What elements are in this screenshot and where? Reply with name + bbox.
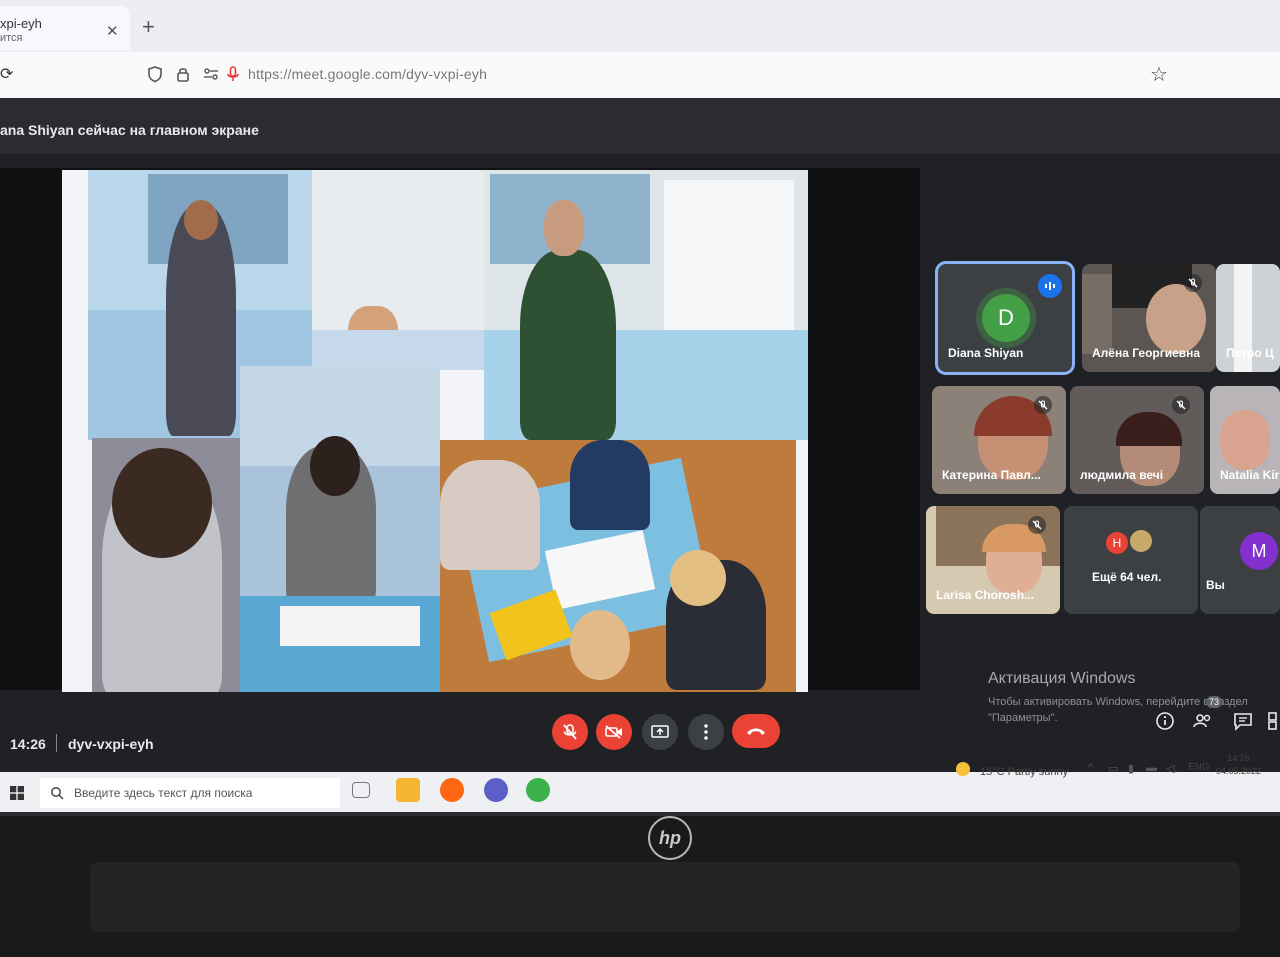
laptop-bezel: hp (0, 812, 1280, 957)
info-icon[interactable] (1154, 710, 1176, 732)
app-icon[interactable] (526, 778, 550, 802)
muted-mic-icon (1184, 274, 1202, 292)
avatar-letter: M (1251, 540, 1267, 561)
participant-tile-alena[interactable]: Алёна Георгиевна (1082, 264, 1216, 372)
participant-name: людмила вечі (1080, 468, 1164, 482)
task-view-icon[interactable] (352, 782, 370, 798)
windows-activation-title: Активация Windows (988, 670, 1136, 687)
meeting-time: 14:26 (10, 736, 46, 752)
muted-mic-icon (1034, 396, 1052, 414)
participant-tile-katerina[interactable]: Катерина Павл... (932, 386, 1066, 494)
microphone-toggle-button[interactable] (552, 714, 588, 750)
participant-tile-larisa[interactable]: Larisa Chorosh... (926, 506, 1060, 614)
participant-name: Катерина Павл... (942, 468, 1041, 482)
avatar: H (1106, 532, 1128, 554)
tray-chevron-icon[interactable]: ^ (1088, 762, 1093, 774)
classroom-photo-3 (484, 170, 808, 440)
participant-tile-lyudmila[interactable]: людмила вечі (1070, 386, 1204, 494)
muted-mic-icon (1028, 516, 1046, 534)
participant-tile-diana[interactable]: D Diana Shiyan (935, 261, 1075, 375)
present-screen-button[interactable] (642, 714, 678, 750)
avatar-letter: H (1112, 536, 1122, 550)
logo-text: hp (659, 827, 681, 848)
present-icon (651, 725, 669, 738)
participant-tile-self[interactable]: M Вы (1200, 506, 1280, 614)
search-placeholder: Введите здесь текст для поиска (74, 786, 253, 800)
tab-subtitle: ится (0, 32, 23, 44)
activities-icon[interactable] (1266, 710, 1280, 732)
speaking-indicator-icon (1038, 274, 1062, 298)
tab-title: xpi-eyh (0, 16, 42, 31)
search-icon (51, 787, 64, 800)
weather-text[interactable]: 15°C Partly sunny (980, 766, 1068, 778)
avatar: D (982, 294, 1030, 342)
muted-mic-icon (1172, 396, 1190, 414)
hp-logo: hp (648, 816, 692, 860)
windows-taskbar: Введите здесь текст для поиска 15°C Part… (0, 753, 1280, 812)
clock-date: 04.05.2022 (1216, 766, 1262, 776)
firefox-icon[interactable] (440, 778, 464, 802)
volume-icon[interactable]: ◁ (1166, 762, 1174, 775)
participant-count-badge: 73 (1206, 696, 1223, 708)
mic-off-icon (563, 724, 577, 740)
divider (56, 734, 57, 752)
taskbar-clock[interactable]: 14:26 04.05.2022 (1216, 752, 1261, 778)
battery-icon[interactable]: ▬ (1146, 762, 1157, 774)
microphone-active-icon[interactable] (224, 65, 242, 83)
hang-up-icon (747, 728, 765, 735)
microphone-icon[interactable]: ▮ (1128, 762, 1134, 775)
participant-name: Larisa Chorosh... (936, 588, 1035, 602)
meet-header: ana Shiyan сейчас на главном экране (0, 98, 1280, 154)
weather-icon[interactable] (956, 762, 970, 776)
avatar: M (1240, 532, 1278, 570)
participant-tile-natalia[interactable]: Natalia Kir (1210, 386, 1280, 494)
browser-tab-bar: xpi-eyh ится ✕ + (0, 0, 1280, 52)
file-explorer-icon[interactable] (396, 778, 420, 802)
shield-icon[interactable] (146, 65, 164, 83)
classroom-photo-5 (240, 366, 440, 692)
browser-tab[interactable]: xpi-eyh ится ✕ (0, 6, 130, 50)
camera-off-icon (605, 725, 622, 739)
new-tab-button[interactable]: + (142, 16, 155, 38)
people-icon[interactable] (1192, 710, 1214, 732)
leave-call-button[interactable] (732, 714, 780, 748)
presentation-slide (62, 170, 808, 692)
lock-icon[interactable] (174, 65, 192, 83)
address-bar[interactable]: https://meet.google.com/dyv-vxpi-eyh (248, 66, 487, 82)
classroom-photo-4 (92, 438, 252, 692)
more-options-button[interactable] (688, 714, 724, 750)
classroom-photo-2 (312, 170, 492, 370)
avatar-letter: D (998, 305, 1014, 330)
chat-icon[interactable] (1232, 710, 1254, 732)
classroom-photo-6 (440, 440, 796, 692)
permissions-icon[interactable] (202, 65, 220, 83)
avatar (1130, 530, 1152, 552)
participant-name: Diana Shiyan (948, 346, 1024, 360)
reload-icon[interactable]: ⟳ (0, 64, 13, 84)
participant-tile-more[interactable]: H Ещё 64 чел. (1064, 506, 1198, 614)
more-participants-label: Ещё 64 чел. (1092, 570, 1162, 584)
camera-toggle-button[interactable] (596, 714, 632, 750)
clock-time: 14:26 (1227, 753, 1250, 763)
presenting-banner: ana Shiyan сейчас на главном экране (0, 122, 259, 138)
participant-name: Алёна Георгиевна (1092, 346, 1201, 360)
taskbar-search-box[interactable]: Введите здесь текст для поиска (40, 778, 340, 808)
windows-start-icon[interactable] (10, 786, 24, 800)
presentation-stage (0, 168, 920, 692)
bezel-edge (0, 812, 1280, 816)
participant-name: Вы (1206, 578, 1225, 592)
viber-icon[interactable] (484, 778, 508, 802)
meeting-code: dyv-vxpi-eyh (68, 736, 154, 752)
laptop-hinge (90, 862, 1240, 932)
browser-nav-bar: ⟳ https://meet.google.com/dyv-vxpi-eyh ☆ (0, 52, 1280, 99)
network-icon[interactable]: ▭ (1108, 762, 1118, 775)
meet-window: ana Shiyan сейчас на главном экране D Di… (0, 98, 1280, 772)
participant-name: Natalia Kir (1220, 468, 1280, 482)
language-indicator[interactable]: ENG (1188, 762, 1210, 773)
more-vert-icon (704, 724, 708, 740)
participant-tile-petro[interactable]: Петро Ц (1216, 264, 1280, 372)
participant-name: Петро Ц (1226, 346, 1274, 360)
bookmark-star-icon[interactable]: ☆ (1150, 62, 1168, 87)
close-tab-icon[interactable]: ✕ (106, 22, 119, 40)
